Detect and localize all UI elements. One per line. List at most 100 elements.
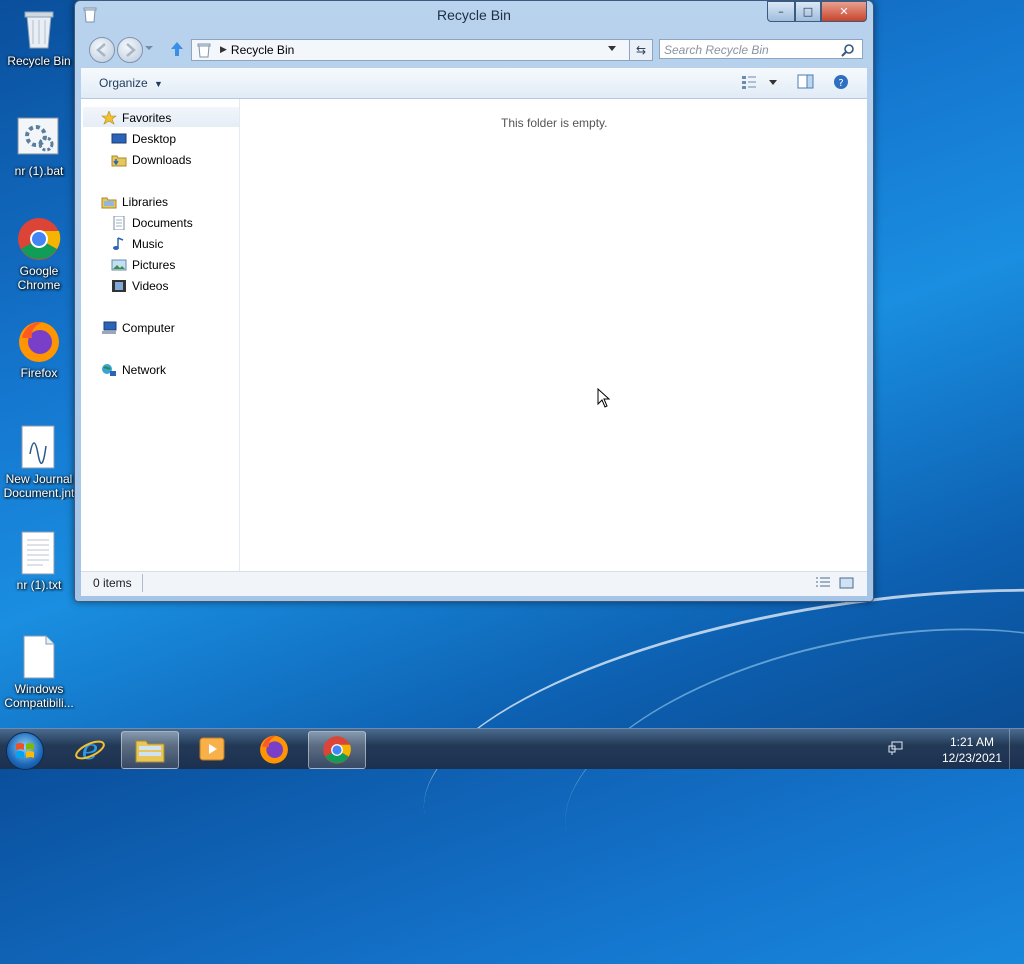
desktop-icon-label: nr (1).txt — [16, 578, 62, 592]
search-placeholder: Search Recycle Bin — [664, 43, 769, 57]
address-bar[interactable]: ▶ Recycle Bin — [191, 39, 645, 61]
batch-file-icon — [16, 116, 62, 162]
desktop-icon-label: New Journal Document.jnt — [3, 472, 75, 500]
minimize-button[interactable]: – — [767, 1, 795, 22]
up-button[interactable] — [169, 40, 185, 61]
preview-pane-icon — [797, 74, 814, 89]
taskbar: e 1:21 AM 12/23/2021 — [0, 728, 1024, 770]
taskbar-windows-explorer[interactable] — [121, 731, 179, 769]
nav-libraries[interactable]: Libraries — [101, 195, 168, 209]
desktop-icon-compat[interactable]: Windows Compatibili... — [2, 634, 76, 710]
forward-arrow-icon — [126, 43, 136, 57]
window-controls: – □ ✕ — [767, 1, 867, 22]
preview-pane-button[interactable] — [797, 74, 815, 90]
explorer-window[interactable]: Recycle Bin – □ ✕ ▶ Recycle Bin ⇆ Search… — [74, 0, 874, 602]
desktop-icon-label: Firefox — [20, 366, 58, 380]
nav-label: Computer — [122, 321, 175, 335]
nav-documents[interactable]: Documents — [111, 215, 193, 231]
help-button[interactable]: ? — [833, 74, 851, 90]
desktop-icon-label: nr (1).bat — [14, 164, 64, 178]
nav-favorites[interactable]: Favorites — [101, 110, 172, 125]
content-area: Favorites Desktop Downloads Libraries Do… — [81, 99, 867, 571]
desktop-icon — [111, 132, 127, 146]
network-status-icon[interactable] — [888, 740, 904, 759]
taskbar-media-player[interactable] — [184, 731, 240, 767]
search-input[interactable]: Search Recycle Bin — [659, 39, 863, 59]
nav-computer[interactable]: Computer — [101, 321, 175, 335]
view-dropdown[interactable] — [769, 80, 777, 85]
details-view-button[interactable] — [815, 576, 831, 593]
recycle-bin-icon — [197, 43, 211, 58]
network-icon — [101, 363, 117, 377]
refresh-button[interactable]: ⇆ — [629, 39, 653, 61]
nav-desktop[interactable]: Desktop — [111, 132, 176, 146]
desktop-icon-label: Recycle Bin — [7, 54, 71, 68]
nav-label: Libraries — [122, 195, 169, 209]
taskbar-firefox[interactable] — [246, 731, 302, 767]
forward-button[interactable] — [117, 37, 143, 63]
chrome-icon — [323, 736, 351, 764]
nav-label: Music — [132, 237, 164, 251]
item-count: 0 items — [93, 576, 132, 590]
desktop-icon-journal[interactable]: New Journal Document.jnt — [2, 424, 76, 500]
nav-network[interactable]: Network — [101, 363, 166, 377]
nav-pictures[interactable]: Pictures — [111, 258, 175, 272]
maximize-button[interactable]: □ — [795, 1, 821, 22]
details-view-icon — [816, 577, 830, 587]
chevron-down-icon: ▼ — [154, 79, 163, 89]
firefox-icon — [16, 318, 62, 364]
nav-downloads[interactable]: Downloads — [111, 153, 191, 167]
clock[interactable]: 1:21 AM 12/23/2021 — [942, 734, 1002, 766]
search-icon[interactable] — [841, 43, 854, 63]
large-icons-view-button[interactable] — [839, 576, 855, 593]
nav-videos[interactable]: Videos — [111, 279, 168, 293]
nav-label: Documents — [132, 216, 193, 230]
back-arrow-icon — [96, 43, 106, 57]
desktop-icon-firefox[interactable]: Firefox — [2, 318, 76, 380]
up-arrow-icon — [171, 42, 183, 56]
internet-explorer-icon: e — [75, 733, 105, 766]
svg-text:e: e — [82, 733, 99, 765]
nav-label: Desktop — [132, 132, 177, 146]
computer-icon — [101, 321, 117, 335]
nav-music[interactable]: Music — [111, 237, 163, 251]
journal-icon — [16, 424, 62, 470]
taskbar-internet-explorer[interactable]: e — [62, 731, 118, 767]
address-dropdown[interactable] — [608, 46, 616, 51]
close-button[interactable]: ✕ — [821, 1, 867, 22]
text-file-icon — [16, 530, 62, 576]
svg-text:?: ? — [838, 78, 843, 89]
nav-label: Network — [122, 363, 167, 377]
music-icon — [111, 237, 127, 251]
show-desktop-button[interactable] — [1009, 729, 1024, 769]
desktop-icon-bat[interactable]: nr (1).bat — [2, 116, 76, 178]
clock-time: 1:21 AM — [949, 735, 994, 749]
back-button[interactable] — [89, 37, 115, 63]
desktop-icon-recycle-bin[interactable]: Recycle Bin — [2, 6, 76, 68]
empty-folder-message: This folder is empty. — [501, 116, 608, 130]
nav-label: Downloads — [132, 153, 192, 167]
nav-label: Favorites — [122, 111, 172, 125]
desktop-icon-txt[interactable]: nr (1).txt — [2, 530, 76, 592]
change-view-button[interactable] — [741, 74, 759, 90]
command-bar: Organize ▼ ? — [81, 68, 867, 99]
desktop-icon-chrome[interactable]: Google Chrome — [2, 216, 76, 292]
pictures-icon — [111, 258, 127, 272]
organize-menu[interactable]: Organize ▼ — [99, 76, 163, 90]
recent-pages-dropdown[interactable] — [145, 46, 153, 50]
large-icons-view-icon — [839, 577, 854, 589]
status-bar: 0 items — [81, 571, 867, 596]
taskbar-chrome[interactable] — [308, 731, 366, 769]
navigation-pane: Favorites Desktop Downloads Libraries Do… — [81, 99, 240, 571]
breadcrumb-item[interactable]: Recycle Bin — [231, 43, 294, 57]
organize-label: Organize — [99, 76, 148, 90]
status-separator — [142, 574, 143, 592]
breadcrumb-chevron-icon[interactable]: ▶ — [220, 45, 227, 55]
mouse-cursor — [597, 387, 611, 408]
start-button[interactable] — [6, 732, 44, 770]
system-tray: 1:21 AM 12/23/2021 — [888, 729, 1024, 769]
documents-icon — [111, 215, 127, 231]
file-icon — [16, 634, 62, 680]
libraries-icon — [101, 195, 117, 209]
navigation-bar: ▶ Recycle Bin ⇆ Search Recycle Bin — [83, 37, 867, 63]
